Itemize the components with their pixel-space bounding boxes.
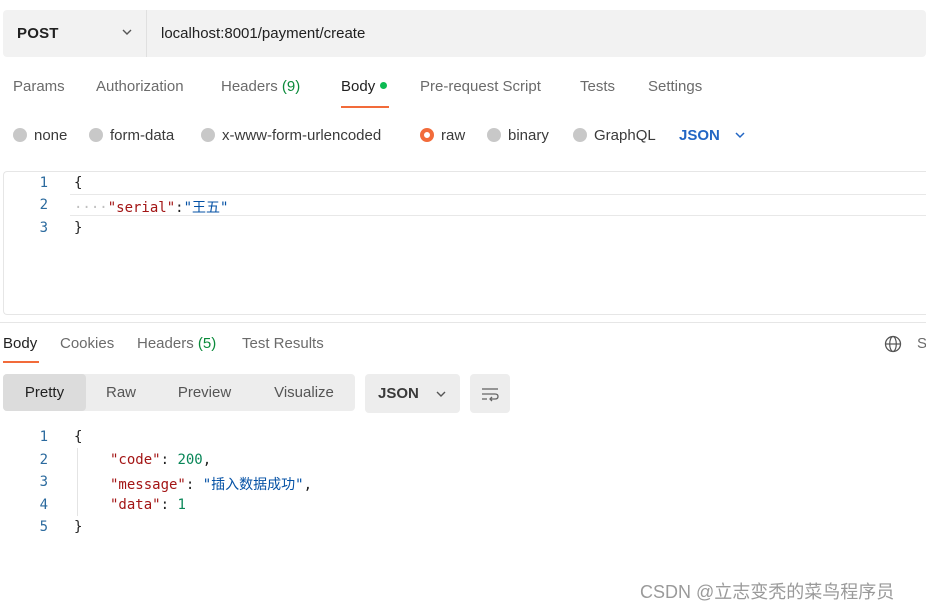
radio-form-data-label: form-data xyxy=(110,126,175,144)
response-format-select[interactable]: JSON xyxy=(365,374,460,413)
globe-icon[interactable] xyxy=(884,335,902,353)
tab-params[interactable]: Params xyxy=(13,78,65,95)
radio-raw[interactable]: raw xyxy=(420,125,465,145)
method-select[interactable]: POST xyxy=(3,10,147,57)
indent-guide: ···· xyxy=(74,200,108,216)
code-line-serial: ····"serial":"王五" xyxy=(74,197,228,217)
view-pretty-button[interactable]: Pretty xyxy=(3,374,86,411)
chevron-down-icon xyxy=(735,132,745,139)
json-key: "message" xyxy=(110,477,186,493)
tab-authorization[interactable]: Authorization xyxy=(96,78,184,95)
response-line-code: "code": 200, xyxy=(110,452,212,468)
response-tab-cookies[interactable]: Cookies xyxy=(60,335,114,352)
radio-none[interactable]: none xyxy=(13,125,67,145)
view-preview-button[interactable]: Preview xyxy=(156,374,253,411)
radio-urlencoded-label: x-www-form-urlencoded xyxy=(222,126,382,144)
json-key: "serial" xyxy=(107,200,176,216)
tab-tests[interactable]: Tests xyxy=(580,78,615,95)
response-tab-underline xyxy=(3,361,39,363)
line-number: 5 xyxy=(39,519,48,535)
radio-form-data[interactable]: form-data xyxy=(89,125,174,145)
chevron-down-icon xyxy=(436,391,446,397)
json-key: "code" xyxy=(110,452,161,468)
tab-settings[interactable]: Settings xyxy=(648,78,702,95)
tab-headers[interactable]: Headers (9) xyxy=(221,78,300,95)
line-number: 2 xyxy=(39,197,48,213)
line-number: 3 xyxy=(39,474,48,490)
radio-urlencoded[interactable]: x-www-form-urlencoded xyxy=(201,125,381,145)
url-input[interactable]: localhost:8001/payment/create xyxy=(161,10,365,57)
radio-none-label: none xyxy=(34,126,68,144)
view-visualize-button[interactable]: Visualize xyxy=(253,374,355,411)
radio-binary-label: binary xyxy=(508,126,549,144)
indent-guide-line xyxy=(77,448,78,516)
response-tab-headers-count: (5) xyxy=(197,335,217,352)
json-value: "王五" xyxy=(183,200,229,216)
request-body-editor[interactable] xyxy=(3,171,926,315)
raw-format-label: JSON xyxy=(679,126,720,144)
code-brace-open: { xyxy=(74,175,83,191)
watermark: CSDN @立志变秃的菜鸟程序员 xyxy=(640,582,895,602)
radio-circle xyxy=(89,128,103,142)
line-number: 1 xyxy=(39,175,48,191)
radio-circle xyxy=(573,128,587,142)
wrap-lines-icon xyxy=(482,387,499,401)
response-tab-headers-label: Headers xyxy=(137,335,194,352)
response-status-truncated: S xyxy=(917,335,926,352)
active-tab-underline xyxy=(341,106,389,108)
tab-prerequest-script[interactable]: Pre-request Script xyxy=(420,78,541,95)
body-indicator-dot xyxy=(380,82,388,89)
radio-binary[interactable]: binary xyxy=(487,125,549,145)
radio-circle xyxy=(201,128,215,142)
response-tab-test-results[interactable]: Test Results xyxy=(242,335,324,352)
response-tab-headers[interactable]: Headers (5) xyxy=(137,335,216,352)
tab-body-label: Body xyxy=(341,78,376,95)
response-brace-close: } xyxy=(74,519,83,535)
method-label: POST xyxy=(17,25,59,42)
json-colon: : xyxy=(175,200,184,216)
response-format-label: JSON xyxy=(378,385,419,402)
tab-headers-label: Headers xyxy=(221,78,278,95)
json-value: 1 xyxy=(177,497,186,513)
response-tab-body[interactable]: Body xyxy=(3,335,37,352)
radio-graphql-label: GraphQL xyxy=(594,126,656,144)
raw-format-select[interactable]: JSON xyxy=(679,125,746,145)
radio-circle-selected xyxy=(420,128,434,142)
json-key: "data" xyxy=(110,497,161,513)
request-tabs: Params Authorization Headers (9) Body Pr… xyxy=(0,78,926,110)
code-brace-close: } xyxy=(74,220,83,236)
chevron-down-icon xyxy=(122,29,132,35)
pane-divider[interactable] xyxy=(0,322,926,323)
response-line-data: "data": 1 xyxy=(110,497,186,513)
radio-graphql[interactable]: GraphQL xyxy=(573,125,656,145)
line-number: 2 xyxy=(39,452,48,468)
line-number: 3 xyxy=(39,220,48,236)
view-raw-button[interactable]: Raw xyxy=(86,374,156,411)
wrap-lines-button[interactable] xyxy=(470,374,510,413)
response-brace-open: { xyxy=(74,429,83,445)
json-value: 200 xyxy=(177,452,203,468)
response-line-message: "message": "插入数据成功", xyxy=(110,477,313,493)
radio-circle xyxy=(487,128,501,142)
radio-circle xyxy=(13,128,27,142)
json-value: "插入数据成功" xyxy=(202,477,304,493)
radio-raw-label: raw xyxy=(441,126,466,144)
request-bar: POST localhost:8001/payment/create xyxy=(3,10,926,57)
tab-headers-count: (9) xyxy=(281,78,301,95)
view-mode-toggle: Pretty Raw Preview Visualize xyxy=(3,374,355,411)
tab-body[interactable]: Body xyxy=(341,78,388,95)
line-number: 4 xyxy=(39,497,48,513)
line-number: 1 xyxy=(39,429,48,445)
